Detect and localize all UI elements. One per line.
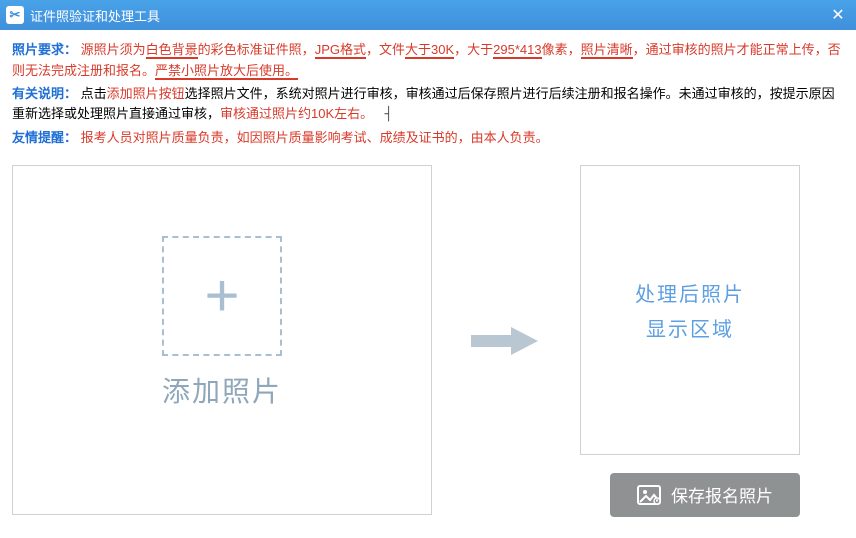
instr1-g: ，大于 [454,42,493,57]
instr1-a: 源照片须为 [81,42,146,57]
result-line1: 处理后照片 [635,278,745,307]
instr3-label: 友情提醒： [12,130,77,145]
instr1-bg-white: 白色背景 [146,42,198,59]
app-icon: ✂ [6,6,24,24]
right-column: 处理后照片 显示区域 保存报名照片 [580,165,800,517]
instr1-clear: 照片清晰 [581,42,633,59]
arrow-right-icon [466,321,546,361]
close-icon: ✕ [831,5,844,25]
plus-icon: + [204,266,239,326]
arrow-column [456,231,556,451]
instr3-a: 报考人员对照片质量负责，如因照片质量影响考试、成绩及证书的，由本人负责。 [81,130,549,145]
workarea: + 添加照片 处理后照片 显示区域 保存报名照片 [0,157,856,525]
instr2-10k: 审核通过照片约10K左右。 [220,106,373,121]
instr1-label: 照片要求： [12,42,77,57]
instr2-a: 点击 [81,86,107,101]
scissors-icon: ✂ [10,7,21,23]
save-button-label: 保存报名照片 [671,482,773,507]
instruction-row-1: 照片要求： 源照片须为白色背景的彩色标准证件照，JPG格式，文件大于30K，大于… [12,40,844,82]
instr1-30k: 大于30K [405,42,454,59]
source-photo-panel: + 添加照片 [12,165,432,515]
instruction-row-2: 有关说明： 点击添加照片按钮选择照片文件，系统对照片进行审核，审核通过后保存照片… [12,84,844,127]
instr1-noenlarge: 严禁小照片放大后使用。 [155,63,298,80]
add-photo-button[interactable]: + 添加照片 [162,236,282,410]
save-photo-button[interactable]: 保存报名照片 [610,473,800,517]
result-line2: 显示区域 [646,313,734,342]
instr1-e: ，文件 [366,42,405,57]
instr1-c: 的彩色标准证件照， [198,42,315,57]
add-photo-label: 添加照片 [162,370,282,410]
result-photo-panel: 处理后照片 显示区域 [580,165,800,455]
instr1-295x413: 295*413 [493,42,541,59]
titlebar: ✂ 证件照验证和处理工具 ✕ [0,0,856,30]
window-title: 证件照验证和处理工具 [30,6,826,25]
close-button[interactable]: ✕ [826,3,850,27]
add-photo-dropzone[interactable]: + [162,236,282,356]
instr1-jpg: JPG格式 [315,42,366,59]
instr2-addbtn: 添加照片按钮 [107,86,185,101]
instructions: 照片要求： 源照片须为白色背景的彩色标准证件照，JPG格式，文件大于30K，大于… [0,30,856,157]
instruction-row-3: 友情提醒： 报考人员对照片质量负责，如因照片质量影响考试、成绩及证书的，由本人负… [12,128,844,149]
text-cursor-icon: ┤ [377,105,393,126]
instr1-i: 像素， [542,42,581,57]
instr2-label: 有关说明： [12,86,77,101]
picture-icon [637,485,661,505]
